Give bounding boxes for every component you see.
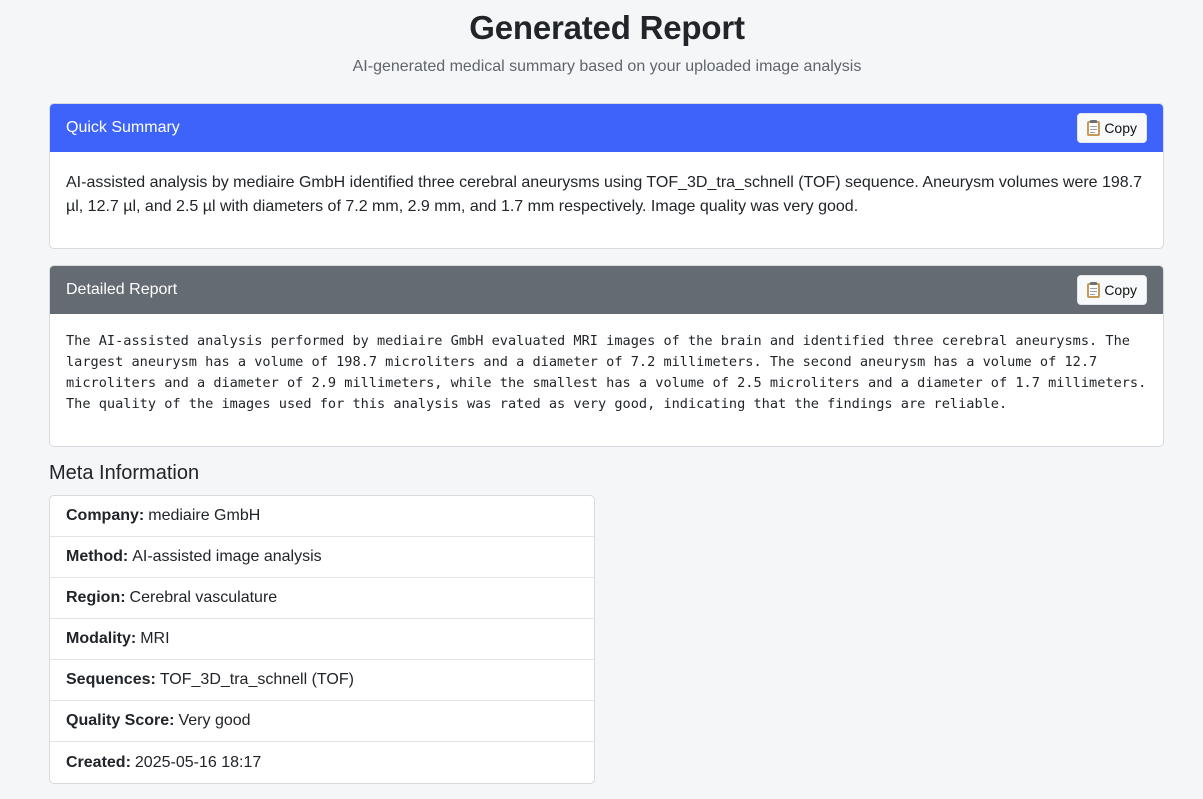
detailed-report-title: Detailed Report [66,281,178,298]
quick-summary-text: AI-assisted analysis by mediaire GmbH id… [66,174,1143,215]
meta-value: TOF_3D_tra_schnell (TOF) [159,671,354,688]
quick-summary-card: Quick Summary Copy AI-assisted analysis … [49,103,1164,249]
page-title: Generated Report [469,9,745,46]
copy-summary-button[interactable]: Copy [1077,113,1147,143]
meta-value: AI-assisted image analysis [132,548,322,565]
meta-label: Quality Score: [66,712,175,729]
meta-item-quality-score: Quality Score: Very good [50,701,594,742]
meta-label: Company: [66,507,145,524]
meta-label: Modality: [66,630,137,647]
quick-summary-title: Quick Summary [66,119,180,136]
page-subtitle: AI-generated medical summary based on yo… [352,58,862,75]
copy-report-label: Copy [1104,282,1137,298]
detailed-report-text: The AI-assisted analysis performed by me… [66,333,1155,412]
meta-item-method: Method: AI-assisted image analysis [50,537,594,578]
meta-value: 2025-05-16 18:17 [134,753,262,771]
detailed-report-card: Detailed Report Copy The AI-assisted ana… [49,265,1164,447]
copy-report-button[interactable]: Copy [1077,275,1147,305]
meta-value: MRI [140,630,170,647]
report-page: Generated Report AI-generated medical su… [0,0,1203,799]
meta-label: Created: [66,753,131,771]
meta-label: Method: [66,548,129,565]
meta-label: Region: [66,589,126,606]
meta-value: mediaire GmbH [148,507,261,524]
clipboard-icon [1087,282,1101,298]
meta-section-title: Meta Information [49,462,200,484]
copy-summary-label: Copy [1104,120,1137,136]
quick-summary-header: Quick Summary Copy [50,104,1163,152]
meta-list: Company: mediaire GmbH Method: AI-assist… [49,495,595,784]
meta-item-region: Region: Cerebral vasculature [50,578,594,619]
meta-item-company: Company: mediaire GmbH [50,496,594,537]
clipboard-icon [1087,120,1101,136]
meta-value: Very good [178,712,251,729]
detailed-report-header: Detailed Report Copy [50,266,1163,314]
meta-item-sequences: Sequences: TOF_3D_tra_schnell (TOF) [50,660,594,701]
meta-label: Sequences: [66,671,156,688]
meta-item-modality: Modality: MRI [50,619,594,660]
meta-item-created: Created: 2025-05-16 18:17 [50,742,594,783]
meta-value: Cerebral vasculature [129,589,278,606]
